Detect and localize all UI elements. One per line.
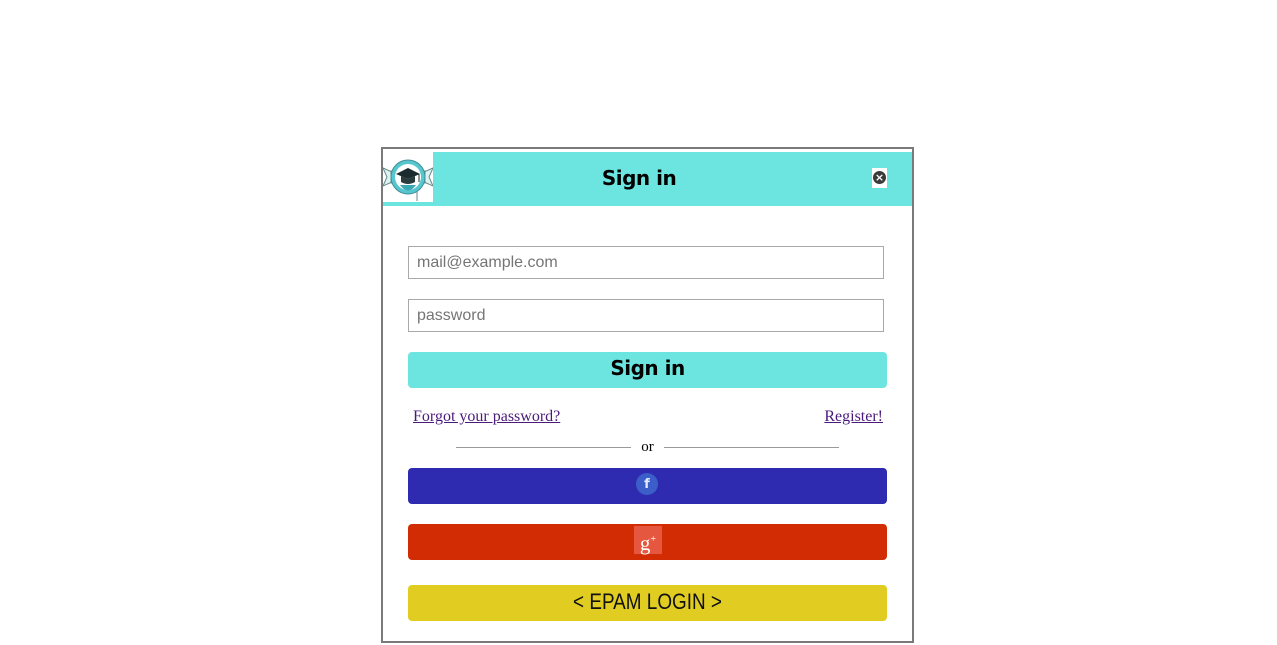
modal-title: Sign in [601, 166, 677, 190]
sign-in-modal: Sign in × Sign in Forgot your password? … [381, 147, 914, 643]
sign-in-button[interactable]: Sign in [408, 352, 887, 388]
google-plus-sign: + [650, 534, 657, 545]
close-button[interactable]: × [872, 168, 887, 188]
forgot-password-link[interactable]: Forgot your password? [413, 408, 560, 426]
facebook-login-button[interactable]: f [408, 468, 887, 504]
modal-header: Sign in × [383, 152, 912, 206]
password-input[interactable] [408, 299, 884, 332]
google-plus-icon: g+ [634, 526, 662, 555]
epam-login-button[interactable]: < EPAM LOGIN > [408, 585, 887, 621]
close-glyph: × [874, 171, 885, 184]
divider-line-left [456, 447, 631, 448]
sign-in-button-label: Sign in [610, 356, 685, 380]
register-link[interactable]: Register! [824, 408, 883, 426]
epam-login-label: < EPAM LOGIN > [573, 589, 722, 614]
email-input[interactable] [408, 246, 884, 279]
google-plus-glyph: g [639, 531, 651, 555]
facebook-icon: f [636, 473, 658, 495]
google-plus-login-button[interactable]: g+ [408, 524, 887, 560]
divider-or-text: or [641, 439, 654, 455]
divider-line-right [664, 447, 839, 448]
